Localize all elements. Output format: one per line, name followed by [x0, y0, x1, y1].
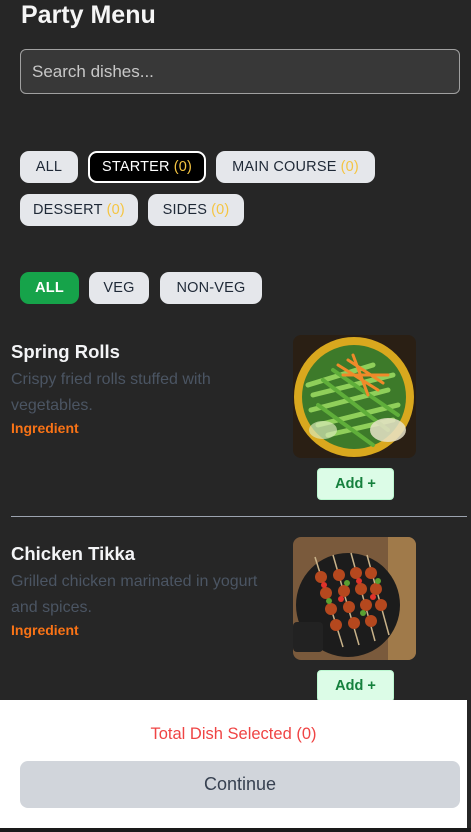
search-input[interactable] [20, 49, 460, 94]
filter-label: NON-VEG [176, 280, 246, 296]
tab-all[interactable]: ALL [20, 151, 78, 183]
filter-label: VEG [103, 280, 135, 296]
tab-sides[interactable]: SIDES (0) [148, 194, 244, 226]
filter-label: ALL [35, 280, 64, 296]
tab-count: (0) [173, 159, 193, 175]
total-selected-label: Total Dish Selected (0) [150, 725, 317, 743]
dish-description: Crispy fried rolls stuffed with vegetabl… [11, 371, 211, 414]
ingredient-link[interactable]: Ingredient [11, 622, 79, 638]
tab-label: DESSERT [33, 202, 103, 218]
dish-description: Grilled chicken marinated in yogurt and … [11, 573, 258, 616]
tab-dessert[interactable]: DESSERT (0) [20, 194, 138, 226]
dish-name: Chicken Tikka [11, 543, 136, 564]
tab-label: STARTER [101, 159, 170, 175]
filter-veg[interactable]: VEG [89, 272, 149, 304]
tab-main-course[interactable]: MAIN COURSE (0) [216, 151, 375, 183]
tab-label: ALL [35, 159, 63, 175]
tab-label: SIDES [162, 202, 208, 218]
add-button[interactable]: Add + [317, 468, 394, 500]
salad-bowl-photo [293, 335, 416, 458]
skewers-photo [293, 537, 416, 660]
filter-all[interactable]: ALL [20, 272, 79, 304]
page-title: Party Menu [21, 1, 156, 29]
tab-count: (0) [211, 202, 230, 218]
dish-name: Spring Rolls [11, 341, 120, 362]
divider [11, 516, 467, 517]
footer-panel: Total Dish Selected (0) Continue [0, 700, 467, 832]
add-button[interactable]: Add + [317, 670, 394, 702]
tab-count: (0) [340, 159, 359, 175]
tab-starter[interactable]: STARTER (0) [88, 151, 206, 183]
bottom-edge [0, 828, 471, 832]
tab-count: (0) [106, 202, 125, 218]
ingredient-link[interactable]: Ingredient [11, 420, 79, 436]
continue-button[interactable]: Continue [20, 761, 460, 808]
tab-label: MAIN COURSE [232, 159, 337, 175]
filter-non-veg[interactable]: NON-VEG [160, 272, 262, 304]
